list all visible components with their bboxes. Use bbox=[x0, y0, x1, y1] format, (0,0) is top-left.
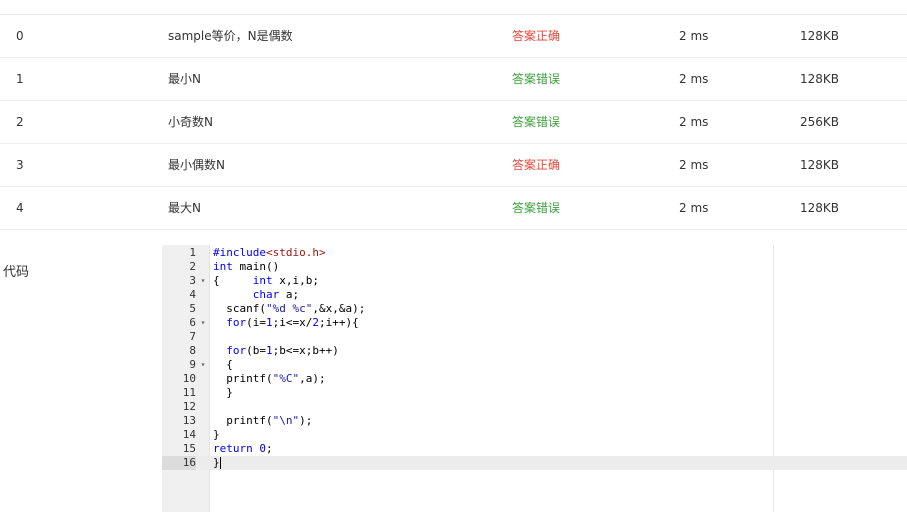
test-case-status: 答案错误 bbox=[512, 201, 561, 215]
code-editor[interactable]: 1 #include<stdio.h> 2 int main() 3 ▾{ int x,i… bbox=[162, 245, 907, 512]
test-case-name: 最小N bbox=[168, 72, 201, 86]
code-text: printf("%C",a); bbox=[213, 372, 326, 385]
code-line[interactable]: 13 printf("\n"); bbox=[162, 414, 907, 428]
line-number: 10 bbox=[182, 372, 196, 385]
code-line[interactable]: 14} bbox=[162, 428, 907, 442]
code-line[interactable]: 4 char a; bbox=[162, 288, 907, 302]
line-number: 2 bbox=[189, 260, 196, 273]
code-line[interactable]: 7 bbox=[162, 330, 907, 344]
test-case-time: 2 ms bbox=[679, 201, 709, 215]
test-case-memory: 128KB bbox=[800, 158, 840, 172]
code-label: 代码 bbox=[3, 265, 30, 280]
code-text: char a; bbox=[252, 288, 300, 301]
test-case-time: 2 ms bbox=[679, 158, 709, 172]
code-line[interactable]: 8 for(b=1;b<=x;b++) bbox=[162, 344, 907, 358]
test-case-name: 最小偶数N bbox=[168, 158, 225, 172]
line-number: 12 bbox=[182, 400, 196, 413]
code-text: scanf("%d %c",&x,&a); bbox=[213, 302, 366, 315]
test-case-time: 2 ms bbox=[679, 29, 709, 43]
result-row: 2 小奇数N 答案错误 2 ms 256KB bbox=[0, 101, 907, 144]
code-text: } bbox=[213, 456, 221, 469]
line-number: 15 bbox=[182, 442, 196, 455]
code-line[interactable]: 10 printf("%C",a); bbox=[162, 372, 907, 386]
line-number: 5 bbox=[189, 302, 196, 315]
test-case-memory: 128KB bbox=[800, 29, 840, 43]
test-case-status: 答案正确 bbox=[512, 158, 561, 172]
test-case-status: 答案错误 bbox=[512, 115, 561, 129]
code-text: } bbox=[213, 428, 220, 441]
result-row: 1 最小N 答案错误 2 ms 128KB bbox=[0, 58, 907, 101]
code-line[interactable]: 16} bbox=[162, 456, 907, 470]
code-text: } bbox=[213, 386, 233, 399]
line-number: 13 bbox=[182, 414, 196, 427]
code-line[interactable]: 5 scanf("%d %c",&x,&a); bbox=[162, 302, 907, 316]
line-number: 8 bbox=[189, 344, 196, 357]
test-case-memory: 256KB bbox=[800, 115, 840, 129]
test-case-id: 0 bbox=[16, 29, 24, 43]
line-number: 11 bbox=[182, 386, 196, 399]
code-text: { int x,i,b; bbox=[213, 274, 319, 287]
fold-arrow-icon[interactable]: ▾ bbox=[199, 274, 207, 288]
text-cursor bbox=[219, 457, 221, 469]
code-line[interactable]: 15 return 0; bbox=[162, 442, 907, 456]
code-line[interactable]: 12 bbox=[162, 400, 907, 414]
line-number: 3 bbox=[189, 274, 196, 287]
result-row: 3 最小偶数N 答案正确 2 ms 128KB bbox=[0, 144, 907, 187]
line-number: 16 bbox=[162, 456, 196, 470]
test-case-id: 1 bbox=[16, 72, 24, 86]
code-text: return 0; bbox=[213, 442, 273, 455]
code-text: for(b=1;b<=x;b++) bbox=[226, 344, 339, 357]
code-line[interactable]: 9 ▾ { bbox=[162, 358, 907, 372]
test-case-time: 2 ms bbox=[679, 72, 709, 86]
test-case-time: 2 ms bbox=[679, 115, 709, 129]
code-line[interactable]: 1 #include<stdio.h> bbox=[162, 246, 907, 260]
line-number: 14 bbox=[182, 428, 196, 441]
test-case-name: 最大N bbox=[168, 201, 201, 215]
test-case-id: 2 bbox=[16, 115, 24, 129]
fold-arrow-icon[interactable]: ▾ bbox=[199, 358, 207, 372]
code-line[interactable]: 11 } bbox=[162, 386, 907, 400]
test-case-name: 小奇数N bbox=[168, 115, 213, 129]
code-text: printf("\n"); bbox=[213, 414, 313, 427]
line-number: 9 bbox=[189, 358, 196, 371]
line-number: 4 bbox=[189, 288, 196, 301]
line-number: 7 bbox=[189, 330, 196, 343]
code-text: { bbox=[213, 358, 233, 371]
code-text: int main() bbox=[213, 260, 280, 273]
test-results-table: 0 sample等价，N是偶数 答案正确 2 ms 128KB 1 最小N 答案错误 2 ms 1… bbox=[0, 14, 907, 230]
result-row: 4 最大N 答案错误 2 ms 128KB bbox=[0, 187, 907, 230]
test-case-status: 答案正确 bbox=[512, 29, 561, 43]
test-case-id: 3 bbox=[16, 158, 24, 172]
test-case-name: sample等价，N是偶数 bbox=[168, 29, 293, 43]
code-line[interactable]: 2 int main() bbox=[162, 260, 907, 274]
test-case-memory: 128KB bbox=[800, 72, 840, 86]
result-row: 0 sample等价，N是偶数 答案正确 2 ms 128KB bbox=[0, 15, 907, 58]
code-text: #include<stdio.h> bbox=[213, 246, 326, 259]
code-line[interactable]: 6 ▾ for(i=1;i<=x/2;i++){ bbox=[162, 316, 907, 330]
test-case-id: 4 bbox=[16, 201, 24, 215]
line-number: 1 bbox=[189, 246, 196, 259]
code-text: for(i=1;i<=x/2;i++){ bbox=[226, 316, 359, 329]
test-case-memory: 128KB bbox=[800, 201, 840, 215]
line-number: 6 bbox=[189, 316, 196, 329]
fold-arrow-icon[interactable]: ▾ bbox=[199, 316, 207, 330]
test-case-status: 答案错误 bbox=[512, 72, 561, 86]
code-line[interactable]: 3 ▾ { int x,i,b; bbox=[162, 274, 907, 288]
